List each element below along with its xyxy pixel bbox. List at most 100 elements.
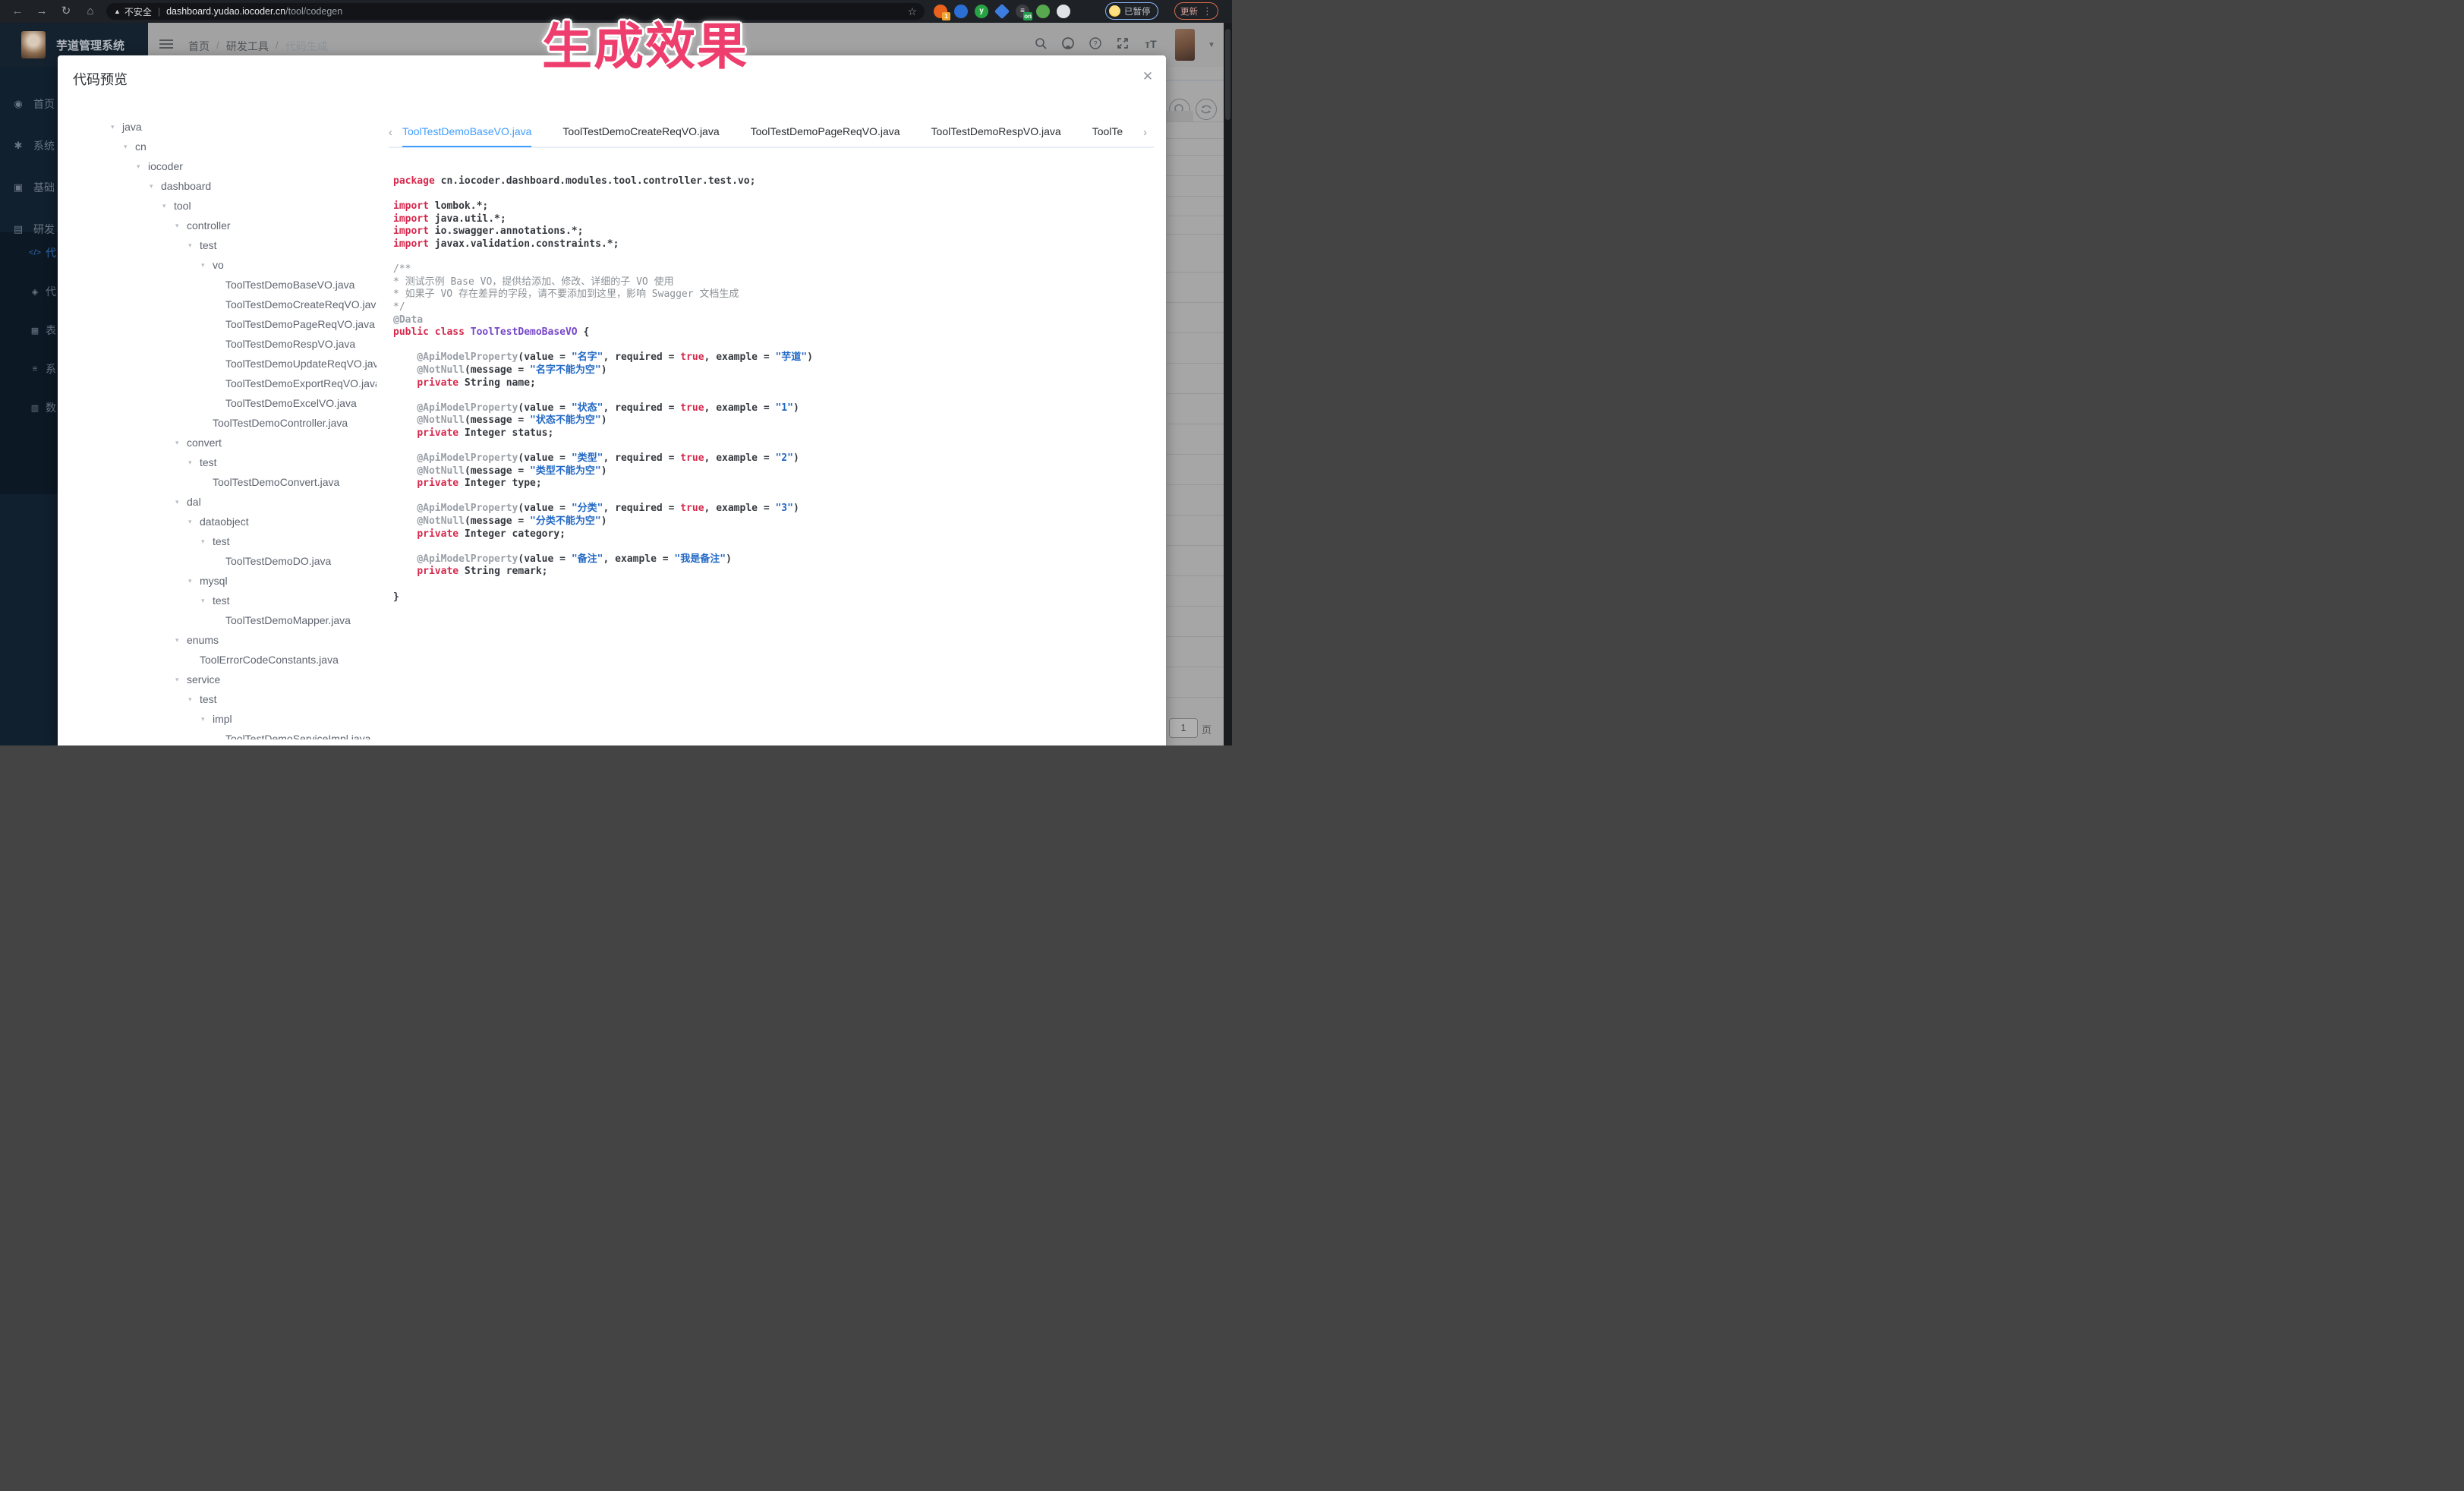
- browser-back-icon[interactable]: ←: [8, 3, 27, 20]
- tree-folder-row[interactable]: ▾mysql: [58, 571, 377, 591]
- tree-file-row[interactable]: ToolTestDemoCreateReqVO.java: [58, 295, 377, 314]
- table-refresh-button[interactable]: [1196, 99, 1217, 120]
- tree-folder-row[interactable]: ▾vo: [58, 255, 377, 275]
- tree-folder-row[interactable]: ▾service: [58, 670, 377, 689]
- tree-expand-caret-icon[interactable]: ▾: [188, 695, 200, 704]
- sidebar-subitem-2[interactable]: ◈代: [0, 273, 58, 310]
- tree-file-row[interactable]: ToolTestDemoServiceImpl.java: [58, 729, 377, 739]
- table-header-fragment: [1166, 111, 1193, 121]
- browser-menu-kebab-icon[interactable]: ⋮: [1202, 5, 1212, 17]
- green-y-extension-icon[interactable]: y: [975, 5, 988, 18]
- sidebar-collapse-icon[interactable]: [159, 39, 173, 50]
- tree-expand-caret-icon[interactable]: ▾: [175, 439, 187, 447]
- tree-expand-caret-icon[interactable]: ▾: [175, 498, 187, 506]
- tree-expand-caret-icon[interactable]: ▾: [162, 202, 174, 210]
- tree-expand-caret-icon[interactable]: ▾: [188, 459, 200, 467]
- sidebar-subitem-4[interactable]: ≡系: [0, 350, 58, 388]
- tree-expand-caret-icon[interactable]: ▾: [201, 715, 213, 723]
- browser-reload-icon[interactable]: ↻: [56, 3, 76, 20]
- tree-expand-caret-icon[interactable]: ▾: [150, 182, 161, 191]
- bookmark-star-icon[interactable]: ☆: [907, 5, 917, 18]
- tree-folder-row[interactable]: ▾test: [58, 689, 377, 709]
- file-tab-3[interactable]: ToolTestDemoPageReqVO.java: [751, 117, 900, 147]
- avatar-caret-down-icon[interactable]: ▼: [1208, 41, 1215, 49]
- tree-expand-caret-icon[interactable]: ▾: [175, 676, 187, 684]
- tree-expand-caret-icon[interactable]: ▾: [188, 518, 200, 526]
- tree-file-row[interactable]: ToolTestDemoController.java: [58, 413, 377, 433]
- modal-close-icon[interactable]: ✕: [1140, 69, 1155, 84]
- tree-folder-row[interactable]: ▾test: [58, 531, 377, 551]
- tree-folder-row[interactable]: ▾dal: [58, 492, 377, 512]
- monitor-icon: ▣: [12, 181, 24, 194]
- file-tab-4[interactable]: ToolTestDemoRespVO.java: [931, 117, 1061, 147]
- tree-folder-row[interactable]: ▾test: [58, 235, 377, 255]
- tree-file-row[interactable]: ToolTestDemoPageReqVO.java: [58, 314, 377, 334]
- fullscreen-icon[interactable]: [1116, 36, 1131, 52]
- tree-folder-row[interactable]: ▾cn: [58, 137, 377, 156]
- tree-file-row[interactable]: ToolTestDemoBaseVO.java: [58, 275, 377, 295]
- security-warning-label[interactable]: 不安全: [124, 5, 152, 18]
- tree-file-row[interactable]: ToolTestDemoUpdateReqVO.java: [58, 354, 377, 374]
- tree-folder-row[interactable]: ▾iocoder: [58, 156, 377, 176]
- tree-expand-caret-icon[interactable]: ▾: [201, 597, 213, 605]
- tree-folder-row[interactable]: ▾enums: [58, 630, 377, 650]
- browser-update-button[interactable]: 更新 ⋮: [1174, 2, 1218, 20]
- tree-folder-row[interactable]: ▾impl: [58, 709, 377, 729]
- tree-expand-caret-icon[interactable]: ▾: [175, 222, 187, 230]
- orange-circle-extension-icon[interactable]: 1: [934, 5, 947, 18]
- tree-file-row[interactable]: ToolTestDemoConvert.java: [58, 472, 377, 492]
- sidebar-item-2[interactable]: ✱系统: [0, 125, 58, 166]
- tree-file-row[interactable]: ToolTestDemoExcelVO.java: [58, 393, 377, 413]
- file-tab-1[interactable]: ToolTestDemoBaseVO.java: [402, 117, 531, 147]
- tree-folder-row[interactable]: ▾test: [58, 591, 377, 610]
- file-tab-2[interactable]: ToolTestDemoCreateReqVO.java: [562, 117, 719, 147]
- user-avatar[interactable]: [1175, 29, 1195, 61]
- tree-expand-caret-icon[interactable]: ▾: [201, 261, 213, 270]
- tabs-scroll-left-icon[interactable]: ‹: [389, 126, 399, 139]
- tree-expand-caret-icon[interactable]: ▾: [137, 162, 148, 171]
- tree-folder-row[interactable]: ▾java: [58, 117, 377, 137]
- tabs-scroll-right-icon[interactable]: ›: [1143, 126, 1154, 139]
- tree-file-row[interactable]: ToolTestDemoDO.java: [58, 551, 377, 571]
- search-icon[interactable]: [1034, 36, 1049, 52]
- sidebar-item-3[interactable]: ▣基础: [0, 167, 58, 208]
- sprout-extension-icon[interactable]: [1036, 5, 1050, 18]
- sidebar-item-1[interactable]: ◉首页: [0, 84, 58, 125]
- tree-expand-caret-icon[interactable]: ▾: [201, 537, 213, 546]
- tree-folder-row[interactable]: ▾dataobject: [58, 512, 377, 531]
- breadcrumb-item[interactable]: 首页: [188, 39, 210, 54]
- pagination-page-input[interactable]: 1: [1169, 718, 1198, 738]
- tree-expand-caret-icon[interactable]: ▾: [175, 636, 187, 645]
- tree-file-row[interactable]: ToolTestDemoRespVO.java: [58, 334, 377, 354]
- tree-expand-caret-icon[interactable]: ▾: [111, 123, 122, 131]
- file-tab-5[interactable]: ToolTe: [1092, 117, 1123, 147]
- sidebar-subitem-3[interactable]: ▦表: [0, 311, 58, 349]
- font-size-icon[interactable]: тT: [1143, 36, 1158, 52]
- tree-file-row[interactable]: ToolErrorCodeConstants.java: [58, 650, 377, 670]
- tree-folder-row[interactable]: ▾convert: [58, 433, 377, 452]
- page-scrollbar-thumb[interactable]: [1225, 29, 1230, 120]
- list-extension-icon[interactable]: ≡on: [1016, 5, 1029, 18]
- paused-badge[interactable]: 已暂停: [1105, 2, 1158, 20]
- github-icon[interactable]: [1061, 36, 1076, 52]
- browser-forward-icon[interactable]: →: [32, 3, 52, 20]
- tree-folder-row[interactable]: ▾controller: [58, 216, 377, 235]
- tree-expand-caret-icon[interactable]: ▾: [188, 577, 200, 585]
- sidebar-subitem-1[interactable]: </>代: [0, 234, 58, 272]
- blue-diamond-extension-icon[interactable]: [994, 4, 1010, 19]
- tree-folder-row[interactable]: ▾tool: [58, 196, 377, 216]
- tree-folder-row[interactable]: ▾test: [58, 452, 377, 472]
- tree-file-row[interactable]: ToolTestDemoExportReqVO.java: [58, 374, 377, 393]
- tree-expand-caret-icon[interactable]: ▾: [188, 241, 200, 250]
- help-icon[interactable]: ?: [1089, 36, 1104, 52]
- tree-file-row[interactable]: ToolTestDemoMapper.java: [58, 610, 377, 630]
- sidebar-subitem-5[interactable]: ▥数: [0, 389, 58, 427]
- tree-folder-row[interactable]: ▾dashboard: [58, 176, 377, 196]
- breadcrumb-item[interactable]: 研发工具: [226, 39, 269, 54]
- puzzle-extensions-menu-icon[interactable]: [1057, 5, 1070, 18]
- tree-expand-caret-icon[interactable]: ▾: [124, 143, 135, 151]
- page-scrollbar[interactable]: [1224, 23, 1232, 746]
- blue-drop-extension-icon[interactable]: [954, 5, 968, 18]
- code-line: @NotNull(message = "分类不能为空"): [393, 515, 1152, 528]
- browser-home-icon[interactable]: ⌂: [80, 3, 100, 20]
